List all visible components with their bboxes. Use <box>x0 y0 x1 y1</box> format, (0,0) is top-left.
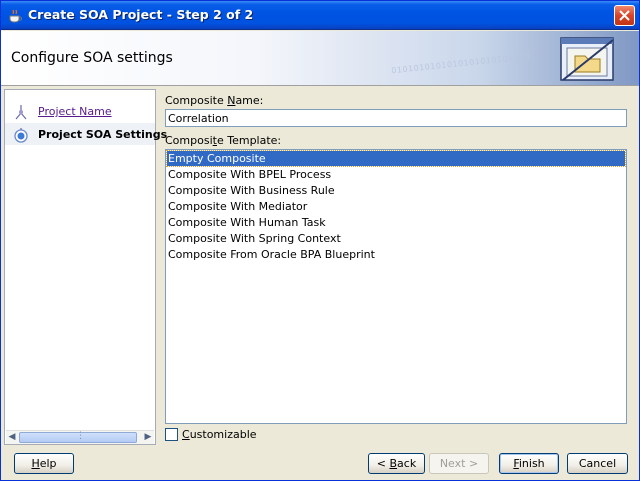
composite-name-label: Composite Name: <box>165 94 263 107</box>
cancel-button[interactable]: Cancel <box>567 453 628 474</box>
composite-name-input[interactable] <box>165 109 627 127</box>
label-text: Composite <box>165 94 228 107</box>
button-text: < <box>376 457 390 470</box>
scroll-right-arrow-icon[interactable]: ▶ <box>142 431 154 444</box>
java-cup-icon <box>7 7 24 24</box>
label-text: Composi <box>165 134 213 147</box>
customizable-checkbox[interactable] <box>165 428 178 441</box>
template-item-spring-context[interactable]: Composite With Spring Context <box>167 231 625 246</box>
label-text: ustomizable <box>189 428 257 441</box>
button-text: Next > <box>439 457 479 470</box>
nav-step-project-soa-settings[interactable]: Project SOA Settings <box>5 123 167 145</box>
wizard-header: Configure SOA settings 01010101010101010… <box>1 31 639 86</box>
label-mnemonic: C <box>182 428 190 441</box>
window-title: Create SOA Project - Step 2 of 2 <box>28 7 254 22</box>
wizard-steps-panel: Project Name Project SOA Settings ◀ ⋮ ▶ <box>4 89 167 445</box>
step-visited-icon <box>13 104 29 120</box>
scroll-left-arrow-icon[interactable]: ◀ <box>6 431 18 444</box>
button-text: ack <box>397 457 417 470</box>
label-text: e Template: <box>216 134 282 147</box>
close-icon <box>619 10 630 21</box>
title-bar[interactable]: Create SOA Project - Step 2 of 2 <box>1 1 639 30</box>
nav-step-label[interactable]: Project Name <box>38 105 112 118</box>
template-item-bpel-process[interactable]: Composite With BPEL Process <box>167 167 625 182</box>
header-binary-decoration: 0101010101010101010101010 <box>390 51 531 76</box>
template-item-bpa-blueprint[interactable]: Composite From Oracle BPA Blueprint <box>167 247 625 262</box>
nav-horizontal-scrollbar[interactable]: ◀ ⋮ ▶ <box>6 430 154 444</box>
button-mnemonic: H <box>31 457 40 470</box>
back-button[interactable]: < Back <box>368 453 425 474</box>
template-item-mediator[interactable]: Composite With Mediator <box>167 199 625 214</box>
grip-icon: ⋮ <box>76 431 85 441</box>
composite-template-label: Composite Template: <box>165 134 281 147</box>
label-text: ame: <box>235 94 264 107</box>
next-button[interactable]: Next > <box>429 453 489 474</box>
close-button[interactable] <box>614 5 635 26</box>
step-current-icon <box>13 128 29 144</box>
template-item-business-rule[interactable]: Composite With Business Rule <box>167 183 625 198</box>
button-text: inish <box>518 457 545 470</box>
scrollbar-thumb[interactable]: ⋮ <box>19 431 137 443</box>
finish-button[interactable]: Finish <box>499 453 559 474</box>
help-button[interactable]: Help <box>14 453 74 474</box>
customizable-label[interactable]: Customizable <box>182 428 257 441</box>
dialog-window: Create SOA Project - Step 2 of 2 Configu… <box>0 0 640 481</box>
nav-step-project-name[interactable]: Project Name <box>5 101 155 123</box>
template-item-human-task[interactable]: Composite With Human Task <box>167 215 625 230</box>
folder-window-icon <box>557 36 619 82</box>
button-text: elp <box>39 457 57 470</box>
template-item-empty-composite[interactable]: Empty Composite <box>166 150 626 167</box>
composite-template-list[interactable]: Empty Composite Composite With BPEL Proc… <box>165 149 627 424</box>
nav-step-label: Project SOA Settings <box>38 128 168 141</box>
button-mnemonic: B <box>389 457 398 470</box>
page-title: Configure SOA settings <box>11 50 173 66</box>
button-text: Cancel <box>578 457 617 470</box>
